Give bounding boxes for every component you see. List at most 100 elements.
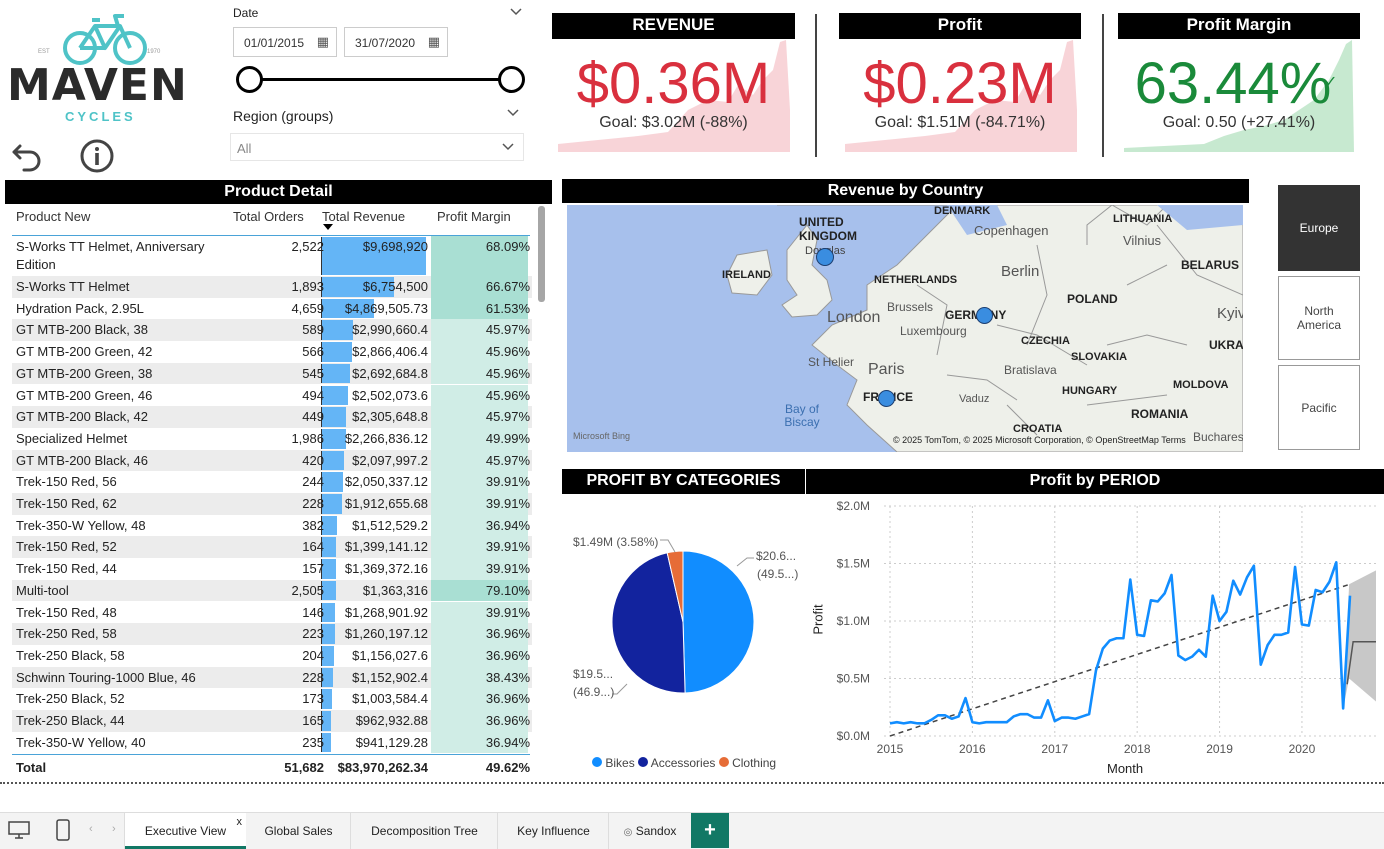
table-row[interactable]: GT MTB-200 Green, 42 566 $2,866,406.4 45.96… — [12, 341, 532, 363]
calendar-icon[interactable]: ▦ — [317, 34, 329, 50]
add-page-button[interactable]: + — [691, 813, 729, 848]
product-name: GT MTB-200 Green, 46 — [16, 387, 153, 403]
order-count: 420 — [302, 452, 324, 468]
info-icon[interactable] — [80, 139, 114, 173]
legend-item-clothing[interactable]: Clothing — [732, 756, 776, 770]
mobile-view-icon[interactable] — [56, 819, 70, 841]
table-row[interactable]: GT MTB-200 Green, 38 545 $2,692,684.8 45.96… — [12, 362, 532, 385]
order-count: 244 — [302, 474, 324, 490]
table-row[interactable]: Trek-150 Red, 56 244 $2,050,337.12 39.91% — [12, 471, 532, 493]
chevron-down-icon[interactable] — [501, 142, 515, 152]
map-label: SLOVAKIA — [1071, 351, 1128, 363]
desktop-view-icon[interactable] — [8, 821, 30, 839]
product-name: GT MTB-200 Green, 42 — [16, 344, 153, 360]
sort-desc-icon[interactable] — [323, 224, 333, 230]
revenue-bar — [321, 450, 344, 471]
table-row[interactable]: Trek-150 Red, 44 157 $1,369,372.16 39.91% — [12, 558, 532, 580]
map-label: HUNGARY — [1062, 385, 1118, 397]
pie-slice-bikes[interactable] — [682, 550, 755, 694]
close-icon[interactable]: x — [237, 804, 243, 840]
revenue-value: $9,698,920 — [362, 239, 428, 254]
table-scrollbar[interactable] — [538, 206, 545, 302]
kpi-divider — [1102, 14, 1104, 157]
tab-executive-view[interactable]: Executive View x — [125, 813, 246, 849]
order-count: 449 — [302, 409, 324, 425]
table-row[interactable]: GT MTB-200 Black, 46 420 $2,097,997.2 45.97… — [12, 449, 532, 472]
order-count: 235 — [302, 734, 324, 750]
table-row[interactable]: S-Works TT Helmet, Anniversary Edition 2,5… — [12, 236, 532, 276]
tab-label: Executive View — [144, 824, 227, 838]
date-slider-handle-start[interactable] — [236, 66, 263, 93]
margin-value: 39.91% — [485, 474, 530, 490]
revenue-value: $941,129.28 — [355, 734, 428, 750]
col-header-revenue[interactable]: Total Revenue — [322, 209, 405, 224]
table-row[interactable]: S-Works TT Helmet 1,893 $6,754,500 66.67% — [12, 276, 532, 298]
margin-value: 36.96% — [485, 626, 530, 642]
profit-categories-title: PROFIT BY CATEGORIES — [562, 469, 805, 494]
table-row[interactable]: Trek-150 Red, 48 146 $1,268,901.92 39.91% — [12, 601, 532, 624]
revenue-bar — [321, 320, 354, 341]
table-row[interactable]: GT MTB-200 Black, 42 449 $2,305,648.8 45.97… — [12, 406, 532, 428]
map-label: NETHERLANDS — [874, 274, 958, 286]
chevron-down-icon[interactable] — [506, 108, 520, 118]
table-row[interactable]: Trek-250 Black, 52 173 $1,003,584.4 36.96% — [12, 688, 532, 710]
tab-scroll-right-icon[interactable]: › — [112, 823, 116, 835]
revenue-map[interactable]: UNITED KINGDOM DENMARK LITHUANIA Copenha… — [567, 205, 1243, 452]
region-dropdown[interactable]: All — [230, 133, 524, 161]
table-row[interactable]: Trek-250 Black, 58 204 $1,156,027.6 36.96% — [12, 644, 532, 667]
product-name: Schwinn Touring-1000 Blue, 46 — [16, 669, 196, 685]
revenue-bar — [321, 472, 344, 492]
legend-item-accessories[interactable]: Accessories — [651, 756, 716, 770]
calendar-icon[interactable]: ▦ — [428, 34, 440, 50]
hidden-eye-icon: ◎ — [623, 827, 633, 838]
table-row[interactable]: GT MTB-200 Green, 46 494 $2,502,073.6 45.96… — [12, 384, 532, 407]
region-button-north-america[interactable]: North America — [1278, 276, 1360, 360]
map-label: Kyiv — [1217, 305, 1243, 322]
map-bubble-uk[interactable] — [816, 248, 834, 266]
tab-key-influence[interactable]: Key Influence — [499, 813, 609, 849]
table-row[interactable]: Schwinn Touring-1000 Blue, 46 228 $1,152,9… — [12, 666, 532, 689]
table-row[interactable]: Specialized Helmet 1,986 $2,266,836.12 49.9… — [12, 427, 532, 450]
back-arrow-icon[interactable] — [10, 138, 44, 172]
tab-decomposition-tree[interactable]: Decomposition Tree — [352, 813, 498, 849]
date-slider-handle-end[interactable] — [498, 66, 525, 93]
col-header-orders[interactable]: Total Orders — [233, 209, 304, 224]
kpi-margin-check-icon: ✓ — [1324, 74, 1338, 91]
tab-global-sales[interactable]: Global Sales — [247, 813, 351, 849]
product-name: Trek-250 Red, 58 — [16, 626, 117, 642]
table-row[interactable]: Trek-150 Red, 62 228 $1,912,655.68 39.91% — [12, 493, 532, 515]
date-end-input[interactable]: 31/07/2020 ▦ — [344, 27, 448, 57]
region-button-pacific[interactable]: Pacific — [1278, 365, 1360, 450]
map-label: Vaduz — [959, 393, 990, 405]
col-header-margin[interactable]: Profit Margin — [437, 209, 511, 224]
table-row[interactable]: GT MTB-200 Black, 38 589 $2,990,660.4 45.97… — [12, 319, 532, 342]
tab-sandox[interactable]: ◎ Sandox — [610, 813, 690, 849]
table-row[interactable]: Trek-250 Red, 58 223 $1,260,197.12 36.96% — [12, 623, 532, 645]
table-row[interactable]: Trek-150 Red, 52 164 $1,399,141.12 39.91% — [12, 536, 532, 559]
total-row: Total 51,682 $83,970,262.34 49.62% — [12, 758, 532, 778]
col-header-product[interactable]: Product New — [16, 209, 90, 224]
table-row[interactable]: Trek-250 Black, 44 165 $962,932.88 36.96% — [12, 710, 532, 732]
map-label: Berlin — [1001, 263, 1040, 280]
map-bubble-germany[interactable] — [976, 307, 993, 324]
order-count: 494 — [302, 387, 324, 403]
profit-series-line[interactable] — [889, 561, 1352, 725]
region-button-europe[interactable]: Europe — [1278, 185, 1360, 271]
margin-value: 39.91% — [485, 604, 530, 620]
profit-period-chart[interactable]: $0.0M $0.5M $1.0M $1.5M $2.0M 2015 2016 2017 201… — [806, 494, 1384, 778]
date-slider-track[interactable] — [250, 78, 512, 81]
chevron-down-icon[interactable] — [509, 7, 523, 17]
order-count: 228 — [302, 669, 324, 685]
table-row[interactable]: Trek-350-W Yellow, 48 382 $1,512,529.2 36.9… — [12, 514, 532, 537]
table-row[interactable]: Hydration Pack, 2.95L 4,659 $4,869,505.73 6… — [12, 297, 532, 320]
map-bubble-france[interactable] — [878, 390, 895, 407]
table-row[interactable]: Trek-350-W Yellow, 40 235 $941,129.28 36.94… — [12, 731, 532, 754]
table-row[interactable]: Multi-tool 2,505 $1,363,316 79.10% — [12, 579, 532, 602]
legend-item-bikes[interactable]: Bikes — [605, 756, 634, 770]
kpi-margin-goal: Goal: 0.50 (+27.41%) — [1162, 114, 1316, 131]
total-label: Total — [16, 760, 47, 775]
margin-value: 39.91% — [485, 539, 530, 555]
revenue-bar — [321, 407, 346, 427]
tab-scroll-left-icon[interactable]: ‹ — [89, 823, 93, 835]
date-start-input[interactable]: 01/01/2015 ▦ — [233, 27, 337, 57]
